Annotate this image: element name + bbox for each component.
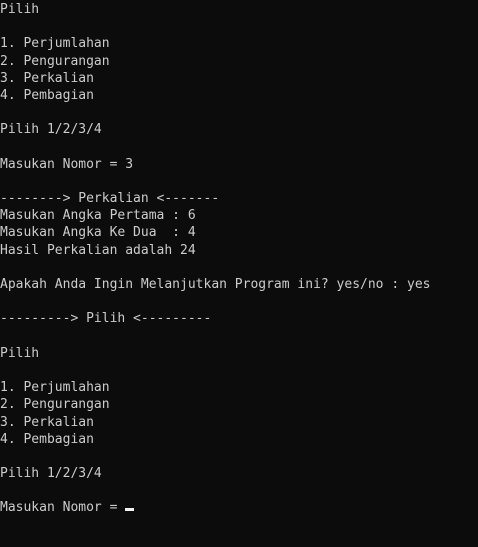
- console-output[interactable]: Pilih 1. Perjumlahan 2. Pengurangan 3. P…: [0, 0, 478, 547]
- console-line: 3. Perkalian: [0, 414, 94, 430]
- console-input-line[interactable]: Masukan Nomor =: [0, 499, 478, 516]
- console-line: Apakah Anda Ingin Melanjutkan Program in…: [0, 277, 431, 292]
- console-line: 1. Perjumlahan: [0, 36, 110, 52]
- console-line: Hasil Perkalian adalah 24: [0, 242, 196, 258]
- console-line: Masukan Angka Pertama : 6: [0, 208, 196, 224]
- console-line: 1. Perjumlahan: [0, 380, 110, 396]
- console-line: 2. Pengurangan: [0, 53, 110, 69]
- console-line: --------> Perkalian <-------: [0, 191, 220, 207]
- console-line: Pilih 1/2/3/4: [0, 466, 102, 482]
- console-line: 4. Pembagian: [0, 87, 94, 103]
- text-cursor[interactable]: [125, 508, 135, 512]
- console-line: Masukan Nomor = 3: [0, 156, 134, 172]
- console-line: Pilih: [0, 345, 40, 361]
- console-line: Masukan Angka Ke Dua : 4: [0, 225, 196, 241]
- console-line: 4. Pembagian: [0, 431, 94, 447]
- console-line: ---------> Pilih <---------: [0, 311, 212, 327]
- console-line: Pilih: [0, 2, 40, 17]
- console-line: 3. Perkalian: [0, 70, 94, 86]
- console-line: 2. Pengurangan: [0, 397, 110, 413]
- console-line: Pilih 1/2/3/4: [0, 122, 102, 138]
- input-prompt: Masukan Nomor =: [0, 500, 126, 516]
